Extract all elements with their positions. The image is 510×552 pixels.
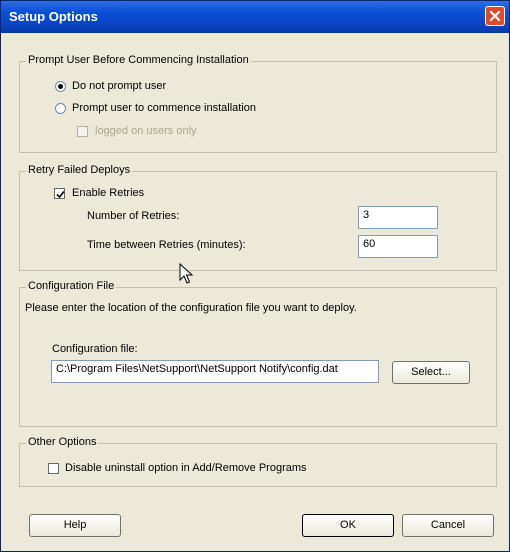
disable-uninstall-label[interactable]: Disable uninstall option in Add/Remove P…: [65, 462, 307, 474]
radio-do-not-prompt-label[interactable]: Do not prompt user: [72, 80, 166, 92]
window-title: Setup Options: [9, 9, 98, 24]
radio-prompt-user-label[interactable]: Prompt user to commence installation: [72, 102, 256, 114]
configuration-file-description: Please enter the location of the configu…: [25, 302, 357, 314]
select-file-button[interactable]: Select...: [392, 361, 470, 384]
radio-selected-dot: [58, 84, 63, 89]
close-button[interactable]: [485, 6, 505, 26]
configuration-file-legend: Configuration File: [26, 280, 117, 292]
setup-options-dialog: Setup Options Prompt User Before Commenc…: [0, 0, 510, 552]
help-button[interactable]: Help: [29, 514, 121, 537]
radio-prompt-user[interactable]: [55, 103, 66, 114]
logged-on-users-checkbox[interactable]: [77, 126, 88, 137]
cancel-button[interactable]: Cancel: [402, 514, 494, 537]
configuration-file-label: Configuration file:: [52, 343, 138, 355]
enable-retries-label[interactable]: Enable Retries: [72, 187, 144, 199]
ok-button[interactable]: OK: [302, 514, 394, 537]
retry-failed-deploys-legend: Retry Failed Deploys: [26, 164, 133, 176]
prompt-user-legend: Prompt User Before Commencing Installati…: [26, 54, 251, 66]
configuration-file-input[interactable]: C:\Program Files\NetSupport\NetSupport N…: [51, 360, 379, 383]
logged-on-users-label: logged on users only: [95, 125, 197, 137]
mouse-cursor-icon: [179, 263, 194, 284]
radio-do-not-prompt[interactable]: [55, 81, 66, 92]
time-between-retries-input[interactable]: 60: [358, 235, 438, 258]
other-options-legend: Other Options: [26, 436, 99, 448]
disable-uninstall-checkbox[interactable]: [48, 463, 59, 474]
number-of-retries-input[interactable]: 3: [358, 206, 438, 229]
close-icon: [489, 10, 501, 22]
check-icon: [56, 190, 65, 199]
title-bar[interactable]: Setup Options: [1, 1, 509, 33]
enable-retries-checkbox[interactable]: [54, 188, 65, 199]
number-of-retries-label: Number of Retries:: [87, 210, 180, 222]
time-between-retries-label: Time between Retries (minutes):: [87, 239, 246, 251]
